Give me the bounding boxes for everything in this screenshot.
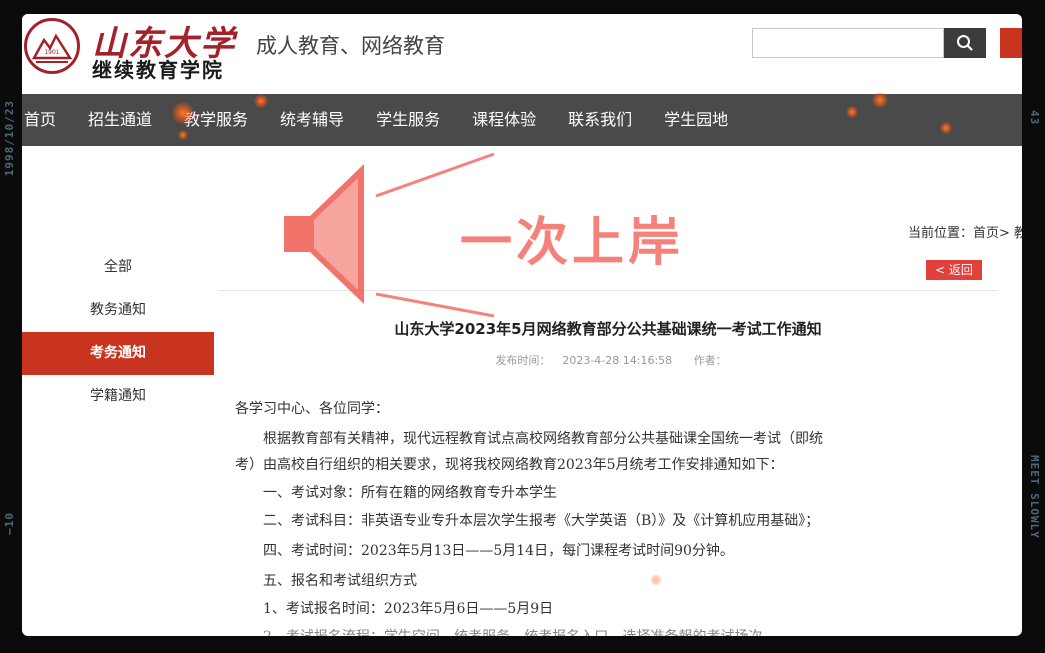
site-header: 1901 山东大学 继续教育学院 成人教育、网络教育 (22, 14, 1022, 92)
search-input[interactable] (752, 28, 944, 58)
ember-decoration (178, 130, 188, 140)
header-red-tab[interactable] (1000, 28, 1022, 58)
nav-item-course-trial[interactable]: 课程体验 (456, 94, 552, 146)
breadcrumb-label: 当前位置： (908, 226, 974, 241)
right-bottom-caption: MEET SLOWLY (1028, 455, 1041, 539)
publish-time: 2023-4-28 14:16:58 (562, 354, 673, 367)
body-line: 四、考试时间：2023年5月13日——5月14日，每门课程考试时间90分钟。 (263, 543, 734, 559)
body-line: 考）由高校自行组织的相关要求，现将我校网络教育2023年5月统考工作安排通知如下… (235, 457, 784, 473)
left-bottom-caption: —10 (3, 512, 16, 535)
sidebar-item-exam-notices[interactable]: 考务通知 (22, 332, 214, 375)
body-line: 1、考试报名时间：2023年5月6日——5月9日 (263, 601, 554, 617)
article-meta: 发布时间： 2023-4-28 14:16:58 作者： (218, 352, 998, 368)
body-line: 2、考试报名流程：学生空间---统考服务---统考报名入口---选择准备報的考试… (263, 626, 762, 636)
svg-text:1901: 1901 (44, 49, 59, 56)
nav-item-exam-tutoring[interactable]: 统考辅导 (264, 94, 360, 146)
logo-college-name: 继续教育学院 (92, 58, 224, 82)
header-tagline: 成人教育、网络教育 (256, 34, 445, 58)
nav-item-admissions[interactable]: 招生通道 (72, 94, 168, 146)
sidebar-item-all[interactable]: 全部 (22, 246, 214, 289)
left-top-caption: 1998/10/23 (3, 100, 16, 177)
nav-item-home[interactable]: 首页 (22, 94, 72, 146)
browser-screen: 1901 山东大学 继续教育学院 成人教育、网络教育 首页 招生通道 教学服务 … (22, 14, 1022, 636)
university-seal-icon[interactable]: 1901 (24, 18, 80, 74)
search-icon (957, 35, 973, 51)
publish-label: 发布时间： (495, 354, 551, 367)
search-button[interactable] (944, 28, 986, 58)
body-line: 一、考试对象：所有在籍的网络教育专升本学生 (263, 485, 557, 501)
back-button[interactable]: < 返回 (926, 260, 982, 280)
breadcrumb-home-link[interactable]: 首页> (973, 226, 1010, 241)
right-top-caption: 43 (1028, 110, 1041, 126)
body-line: 五、报名和考试组织方式 (263, 573, 417, 589)
sidebar-item-academic-notices[interactable]: 教务通知 (22, 289, 214, 332)
nav-item-student-services[interactable]: 学生服务 (360, 94, 456, 146)
nav-item-contact[interactable]: 联系我们 (552, 94, 648, 146)
ember-decoration (846, 106, 858, 118)
overlay-slogan: 一次上岸 (460, 213, 685, 273)
ember-decoration (650, 574, 662, 586)
ember-decoration (872, 92, 888, 108)
ember-decoration (254, 94, 268, 108)
sidebar-item-enrollment-notices[interactable]: 学籍通知 (22, 375, 214, 418)
ember-decoration (940, 122, 952, 134)
nav-item-student-garden[interactable]: 学生园地 (648, 94, 744, 146)
body-line: 二、考试科目：非英语专业专升本层次学生报考《大学英语（B）》及《计算机应用基础》… (263, 513, 820, 529)
body-line: 根据教育部有关精神，现代远程教育试点高校网络教育部分公共基础课全国统一考试（即统 (263, 431, 823, 447)
ember-decoration (172, 102, 194, 124)
author-label: 作者： (693, 354, 727, 367)
breadcrumb: 当前位置：首页> 教 (908, 222, 1022, 241)
breadcrumb-rest[interactable]: 教 (1010, 226, 1022, 241)
body-line: 各学习中心、各位同学： (235, 401, 389, 417)
category-sidebar: 全部 教务通知 考务通知 学籍通知 (22, 246, 214, 418)
